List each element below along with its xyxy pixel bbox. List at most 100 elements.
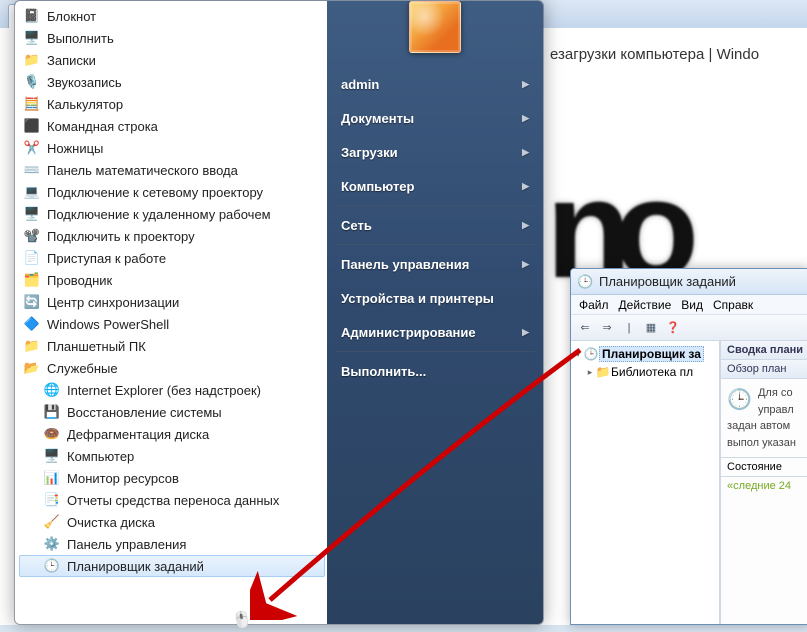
right-panel-label: Выполнить... bbox=[341, 364, 426, 379]
program-label: Служебные bbox=[47, 361, 118, 376]
right-panel-item[interactable]: Выполнить... bbox=[327, 354, 543, 388]
menu-item[interactable]: Действие bbox=[619, 298, 672, 312]
start-menu-right-panel: admin▶Документы▶Загрузки▶Компьютер▶Сеть▶… bbox=[327, 1, 543, 624]
app-icon: 🧮 bbox=[23, 95, 41, 113]
app-icon: ⌨️ bbox=[23, 161, 41, 179]
app-icon: 🎙️ bbox=[23, 73, 41, 91]
program-item[interactable]: 🖥️Выполнить bbox=[19, 27, 325, 49]
tree-library-label: Библиотека пл bbox=[611, 365, 693, 379]
right-panel-label: Устройства и принтеры bbox=[341, 291, 494, 306]
right-panel-item[interactable]: Компьютер▶ bbox=[327, 169, 543, 203]
menu-item[interactable]: Справк bbox=[713, 298, 753, 312]
expand-icon[interactable]: ▸ bbox=[585, 367, 595, 378]
program-label: Приступая к работе bbox=[47, 251, 166, 266]
folder-icon: 📁 bbox=[595, 365, 611, 379]
program-label: Планшетный ПК bbox=[47, 339, 146, 354]
folder-open-icon: 📂 bbox=[23, 359, 41, 377]
forward-icon[interactable]: ⇒ bbox=[597, 318, 617, 338]
user-avatar[interactable] bbox=[409, 1, 461, 53]
right-panel-item[interactable]: Загрузки▶ bbox=[327, 135, 543, 169]
program-label: Центр синхронизации bbox=[47, 295, 179, 310]
clock-icon: 🕒 bbox=[577, 274, 593, 290]
program-label: Подключение к удаленному рабочем bbox=[47, 207, 271, 222]
programs-scroll-list[interactable]: 📓Блокнот🖥️Выполнить📁Записки🎙️Звукозапись… bbox=[15, 5, 327, 620]
program-item[interactable]: ⚙️Панель управления bbox=[19, 533, 325, 555]
app-icon: 🍩 bbox=[43, 425, 61, 443]
page-title-fragment: езагрузки компьютера | Windo bbox=[550, 46, 759, 63]
submenu-arrow-icon: ▶ bbox=[522, 327, 529, 338]
program-item-task-scheduler[interactable]: 🕒Планировщик заданий bbox=[19, 555, 325, 577]
program-item[interactable]: 🗂️Проводник bbox=[19, 269, 325, 291]
app-icon: 📓 bbox=[23, 7, 41, 25]
right-panel-label: Документы bbox=[341, 111, 414, 126]
app-icon: ⬛ bbox=[23, 117, 41, 135]
right-panel-item[interactable]: Администрирование▶ bbox=[327, 315, 543, 349]
clock-icon: 🕒 bbox=[583, 347, 599, 361]
submenu-arrow-icon: ▶ bbox=[522, 113, 529, 124]
app-icon: 🖥️ bbox=[43, 447, 61, 465]
status-header: Состояние bbox=[721, 457, 807, 476]
program-item[interactable]: 📽️Подключить к проектору bbox=[19, 225, 325, 247]
help-icon[interactable]: ❓ bbox=[663, 318, 683, 338]
program-item[interactable]: 📓Блокнот bbox=[19, 5, 325, 27]
program-item[interactable]: 📁Записки bbox=[19, 49, 325, 71]
tree-library-row[interactable]: ▸ 📁 Библиотека пл bbox=[573, 363, 717, 381]
right-panel-item[interactable]: Панель управления▶ bbox=[327, 247, 543, 281]
program-item[interactable]: 🖥️Компьютер bbox=[19, 445, 325, 467]
app-icon: 🧹 bbox=[43, 513, 61, 531]
user-avatar-wrap bbox=[327, 1, 543, 61]
submenu-arrow-icon: ▶ bbox=[522, 259, 529, 270]
window-title: Планировщик заданий bbox=[599, 274, 736, 289]
tree-panel[interactable]: ▾ 🕒 Планировщик за ▸ 📁 Библиотека пл bbox=[571, 341, 720, 624]
program-item[interactable]: 📂 Служебные bbox=[19, 357, 325, 379]
program-item[interactable]: 🖥️ Подключение к удаленному рабочем bbox=[19, 203, 325, 225]
program-item[interactable]: 🔷Windows PowerShell bbox=[19, 313, 325, 335]
program-item[interactable]: 🎙️Звукозапись bbox=[19, 71, 325, 93]
separator bbox=[335, 205, 535, 206]
tree-root-row[interactable]: ▾ 🕒 Планировщик за bbox=[573, 345, 717, 363]
program-item[interactable]: 💾 Восстановление системы bbox=[19, 401, 325, 423]
program-label: Панель математического ввода bbox=[47, 163, 238, 178]
program-item[interactable]: 🔄 Центр синхронизации bbox=[19, 291, 325, 313]
program-label: Ножницы bbox=[47, 141, 103, 156]
program-label: Восстановление системы bbox=[67, 405, 222, 420]
program-item[interactable]: 🍩Дефрагментация диска bbox=[19, 423, 325, 445]
task-scheduler-window: 🕒 Планировщик заданий Файл Действие Вид Спр… bbox=[570, 268, 807, 625]
menu-item[interactable]: Файл bbox=[579, 298, 609, 312]
summary-panel: Сводка плани Обзор план 🕒 Для со управл … bbox=[720, 341, 807, 624]
program-item[interactable]: 💻Подключение к сетевому проектору bbox=[19, 181, 325, 203]
action-icon[interactable]: ▦ bbox=[641, 318, 661, 338]
expand-icon[interactable]: ▾ bbox=[573, 349, 583, 360]
app-icon: 🔄 bbox=[23, 293, 41, 311]
program-item[interactable]: 🧹Очистка диска bbox=[19, 511, 325, 533]
program-item[interactable]: 📑Отчеты средства переноса данных bbox=[19, 489, 325, 511]
tree-root-label: Планировщик за bbox=[599, 346, 704, 362]
app-icon: 🖥️ bbox=[23, 205, 41, 223]
menu-item[interactable]: Вид bbox=[681, 298, 703, 312]
right-panel-item[interactable]: Сеть▶ bbox=[327, 208, 543, 242]
program-item[interactable]: ✂️Ножницы bbox=[19, 137, 325, 159]
program-item[interactable]: ⬛Командная строка bbox=[19, 115, 325, 137]
program-label: Калькулятор bbox=[47, 97, 123, 112]
start-menu: 📓Блокнот🖥️Выполнить📁Записки🎙️Звукозапись… bbox=[14, 0, 544, 625]
window-toolbar[interactable]: ⇐ ⇒ | ▦ ❓ bbox=[571, 315, 807, 341]
right-panel-item[interactable]: Документы ▶ bbox=[327, 101, 543, 135]
back-icon[interactable]: ⇐ bbox=[575, 318, 595, 338]
program-item[interactable]: 📄Приступая к работе bbox=[19, 247, 325, 269]
footer-text: «следние 24 bbox=[721, 476, 807, 495]
program-item[interactable]: 📁Планшетный ПК bbox=[19, 335, 325, 357]
program-item[interactable]: 🌐Internet Explorer (без надстроек) bbox=[19, 379, 325, 401]
separator bbox=[335, 351, 535, 352]
app-icon: 💾 bbox=[43, 403, 61, 421]
right-panel-item[interactable]: Устройства и принтеры bbox=[327, 281, 543, 315]
window-titlebar[interactable]: 🕒 Планировщик заданий bbox=[571, 269, 807, 295]
window-menubar[interactable]: Файл Действие Вид Справк bbox=[571, 295, 807, 315]
program-item[interactable]: 🧮 Калькулятор bbox=[19, 93, 325, 115]
toolbar-sep: | bbox=[619, 318, 639, 338]
overview-body: 🕒 Для со управл задан автом выпол указан bbox=[721, 379, 807, 457]
program-item[interactable]: 📊Монитор ресурсов bbox=[19, 467, 325, 489]
right-panel-item[interactable]: admin▶ bbox=[327, 67, 543, 101]
submenu-arrow-icon: ▶ bbox=[522, 220, 529, 231]
right-panel-label: admin bbox=[341, 77, 379, 92]
program-item[interactable]: ⌨️ Панель математического ввода bbox=[19, 159, 325, 181]
